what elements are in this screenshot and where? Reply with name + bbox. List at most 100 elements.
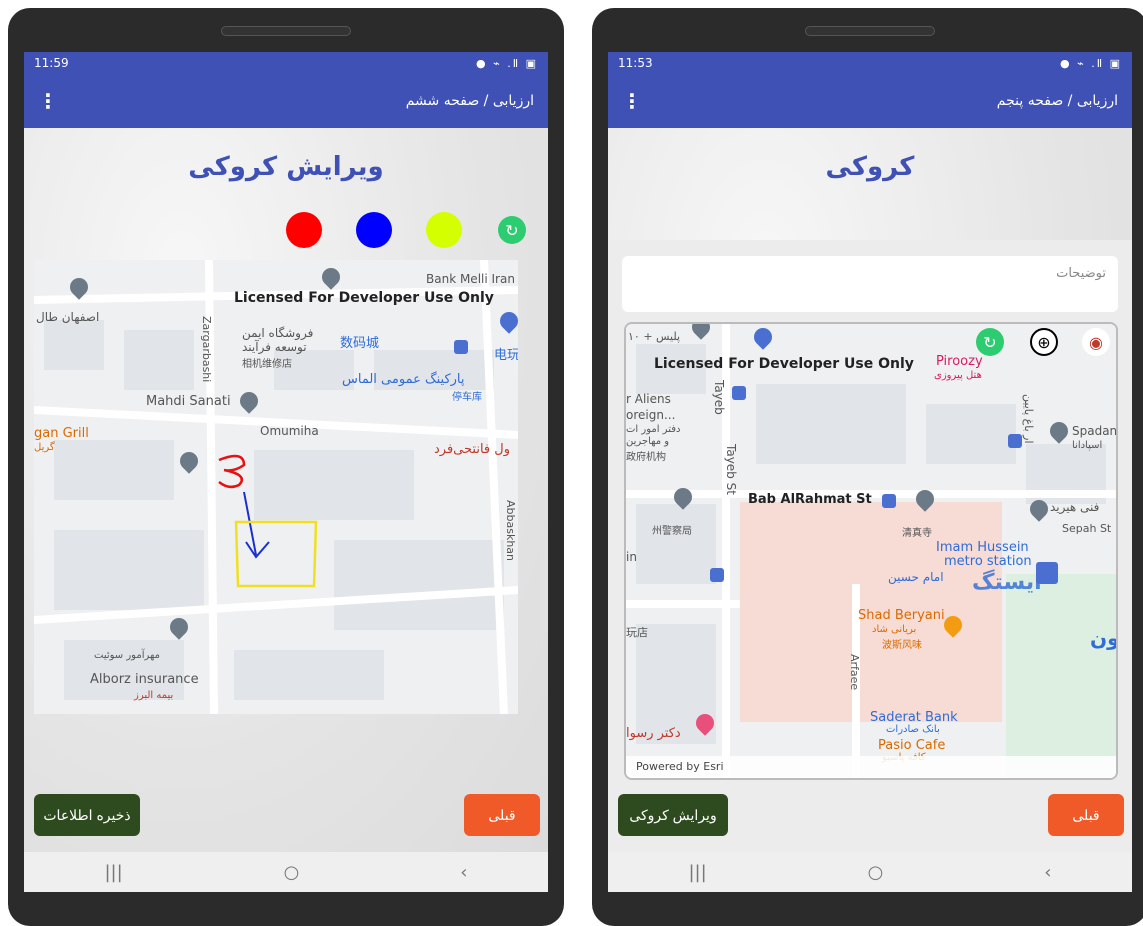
map-label: 相机维修店 (242, 359, 292, 370)
map-label: Sepah St (1062, 522, 1112, 535)
map-label: پلیس + ۱۰ (628, 330, 681, 343)
phone-speaker (805, 26, 935, 36)
save-button[interactable]: ذخیره اطلاعات (34, 794, 140, 836)
map-label: Zargarbashi (200, 316, 213, 383)
yellow-color-dot[interactable] (426, 212, 462, 248)
content-area: کروکی توضیحات Licensed For Developer Use… (608, 128, 1132, 852)
map-label: 停车库 (452, 392, 482, 403)
back-icon[interactable]: ‹ (1044, 862, 1051, 883)
map-label: بیمه البرز (134, 690, 174, 701)
map-label: Pasio Cafe (878, 738, 946, 753)
status-bar: 11:53 ● ⌁ .Ⅱ ▣ (608, 52, 1132, 74)
map-label: 数码城 (340, 336, 380, 351)
map-label: r Aliens (626, 392, 671, 406)
bus-stop-icon (732, 386, 746, 400)
map-label: امام حسین (888, 570, 944, 584)
map-label: ایستگ (972, 570, 1042, 595)
map-label: دفتر امور ات (626, 424, 681, 435)
map-label: فروشگاه ایمن (242, 326, 314, 340)
home-icon[interactable]: ○ (868, 862, 884, 883)
map-label: in (626, 550, 637, 564)
esri-credit: Powered by Esri (626, 756, 1116, 778)
map-label: اصفهان طال (36, 310, 100, 324)
right-screen: 11:53 ● ⌁ .Ⅱ ▣ ⋮ ارزیابی / صفحه پنجم کرو… (608, 52, 1132, 892)
map-label: Saderat Bank (870, 710, 958, 725)
app-bar: ⋮ ارزیابی / صفحه ششم (24, 74, 548, 128)
refresh-icon[interactable]: ↻ (498, 216, 526, 244)
parking-icon (454, 340, 468, 354)
map-label: ار باغ پایین (1022, 394, 1035, 444)
map-label: Arfaee (848, 654, 861, 691)
map-label: 州警察局 (652, 526, 692, 537)
map-label: Omumiha (260, 424, 319, 438)
app-bar-title: ارزیابی / صفحه پنجم (996, 93, 1118, 109)
content-area: ویرایش کروکی ↻ Licensed For Developer Us… (24, 128, 548, 852)
map-label: gan Grill (34, 426, 89, 441)
phone-speaker (221, 26, 351, 36)
map-label: Shad Beryani (858, 608, 945, 623)
color-palette: ↻ (24, 208, 548, 252)
page-title: کروکی (825, 152, 915, 182)
left-phone: 11:59 ● ⌁ .Ⅱ ▣ ⋮ ارزیابی / صفحه ششم ویرا… (8, 8, 564, 926)
system-nav-bar: ||| ○ ‹ (608, 852, 1132, 892)
bus-stop-icon (882, 494, 896, 508)
map-label: و مهاجرین (626, 436, 670, 447)
map-marker-icon[interactable]: ◉ (1082, 328, 1110, 356)
status-icons: ● ⌁ .Ⅱ ▣ (1059, 56, 1122, 70)
map-label: بانک صادرات (886, 724, 940, 735)
left-screen: 11:59 ● ⌁ .Ⅱ ▣ ⋮ ارزیابی / صفحه ششم ویرا… (24, 52, 548, 892)
edit-sketch-button[interactable]: ویرایش کروکی (618, 794, 728, 836)
app-bar-title: ارزیابی / صفحه ششم (405, 93, 534, 109)
overflow-menu-icon[interactable]: ⋮ (38, 89, 58, 113)
map-label: Piroozy (936, 354, 983, 369)
map-label: Tayeb (712, 380, 726, 415)
red-color-dot[interactable] (286, 212, 322, 248)
map-label: اسپادانا (1072, 440, 1103, 451)
map-label: Tayeb St (724, 444, 738, 495)
map-label: مهرآمور سوئیت (94, 650, 160, 661)
map-label: oreign... (626, 408, 676, 422)
map-label: ول فانتحی‌فرد (434, 442, 510, 457)
license-text: Licensed For Developer Use Only (654, 356, 914, 372)
right-phone: 11:53 ● ⌁ .Ⅱ ▣ ⋮ ارزیابی / صفحه پنجم کرو… (592, 8, 1143, 926)
map-label: گریل (34, 442, 55, 453)
map-label: Mahdi Sanati (146, 394, 231, 409)
locate-me-icon[interactable]: ⊕ (1030, 328, 1058, 356)
map-label: Alborz insurance (90, 672, 199, 687)
map-label: Abbaskhan (504, 500, 517, 562)
overflow-menu-icon[interactable]: ⋮ (622, 89, 642, 113)
map-label: metro station (944, 554, 1032, 569)
bus-stop-icon (710, 568, 724, 582)
map-label: فنی هیرید (1050, 500, 1100, 514)
home-icon[interactable]: ○ (284, 862, 300, 883)
system-nav-bar: ||| ○ ‹ (24, 852, 548, 892)
map-label: Bank Melli Iran (426, 272, 515, 286)
map-label: 波斯风味 (882, 640, 922, 651)
bus-stop-icon (1008, 434, 1022, 448)
status-time: 11:59 (34, 56, 69, 70)
map-label: Imam Hussein (936, 540, 1029, 555)
metro-icon (1036, 562, 1058, 584)
map-label: 玩店 (626, 626, 648, 639)
back-icon[interactable]: ‹ (460, 862, 467, 883)
sketch-map[interactable]: Licensed For Developer Use Only Bank Mel… (34, 260, 518, 714)
refresh-icon[interactable]: ↻ (976, 328, 1004, 356)
blue-color-dot[interactable] (356, 212, 392, 248)
sketch-map[interactable]: Licensed For Developer Use Only پلیس + ۱… (624, 322, 1118, 780)
back-button[interactable]: قبلی (464, 794, 540, 836)
map-label: توسعه فرآیند (242, 340, 307, 354)
map-label: 清真寺 (902, 528, 932, 539)
status-icons: ● ⌁ .Ⅱ ▣ (475, 56, 538, 70)
recent-apps-icon[interactable]: ||| (104, 862, 122, 883)
map-label: Bab AlRahmat St (748, 492, 872, 507)
description-field[interactable]: توضیحات (622, 256, 1118, 312)
page-title: ویرایش کروکی (188, 152, 384, 182)
status-bar: 11:59 ● ⌁ .Ⅱ ▣ (24, 52, 548, 74)
map-label: Spadan (1072, 424, 1118, 438)
map-label: 政府机构 (626, 452, 666, 463)
back-button[interactable]: قبلی (1048, 794, 1124, 836)
license-text: Licensed For Developer Use Only (234, 290, 494, 306)
map-label: دکتر رسوا (626, 726, 681, 741)
map-label: بریانی شاد (872, 624, 917, 635)
recent-apps-icon[interactable]: ||| (688, 862, 706, 883)
